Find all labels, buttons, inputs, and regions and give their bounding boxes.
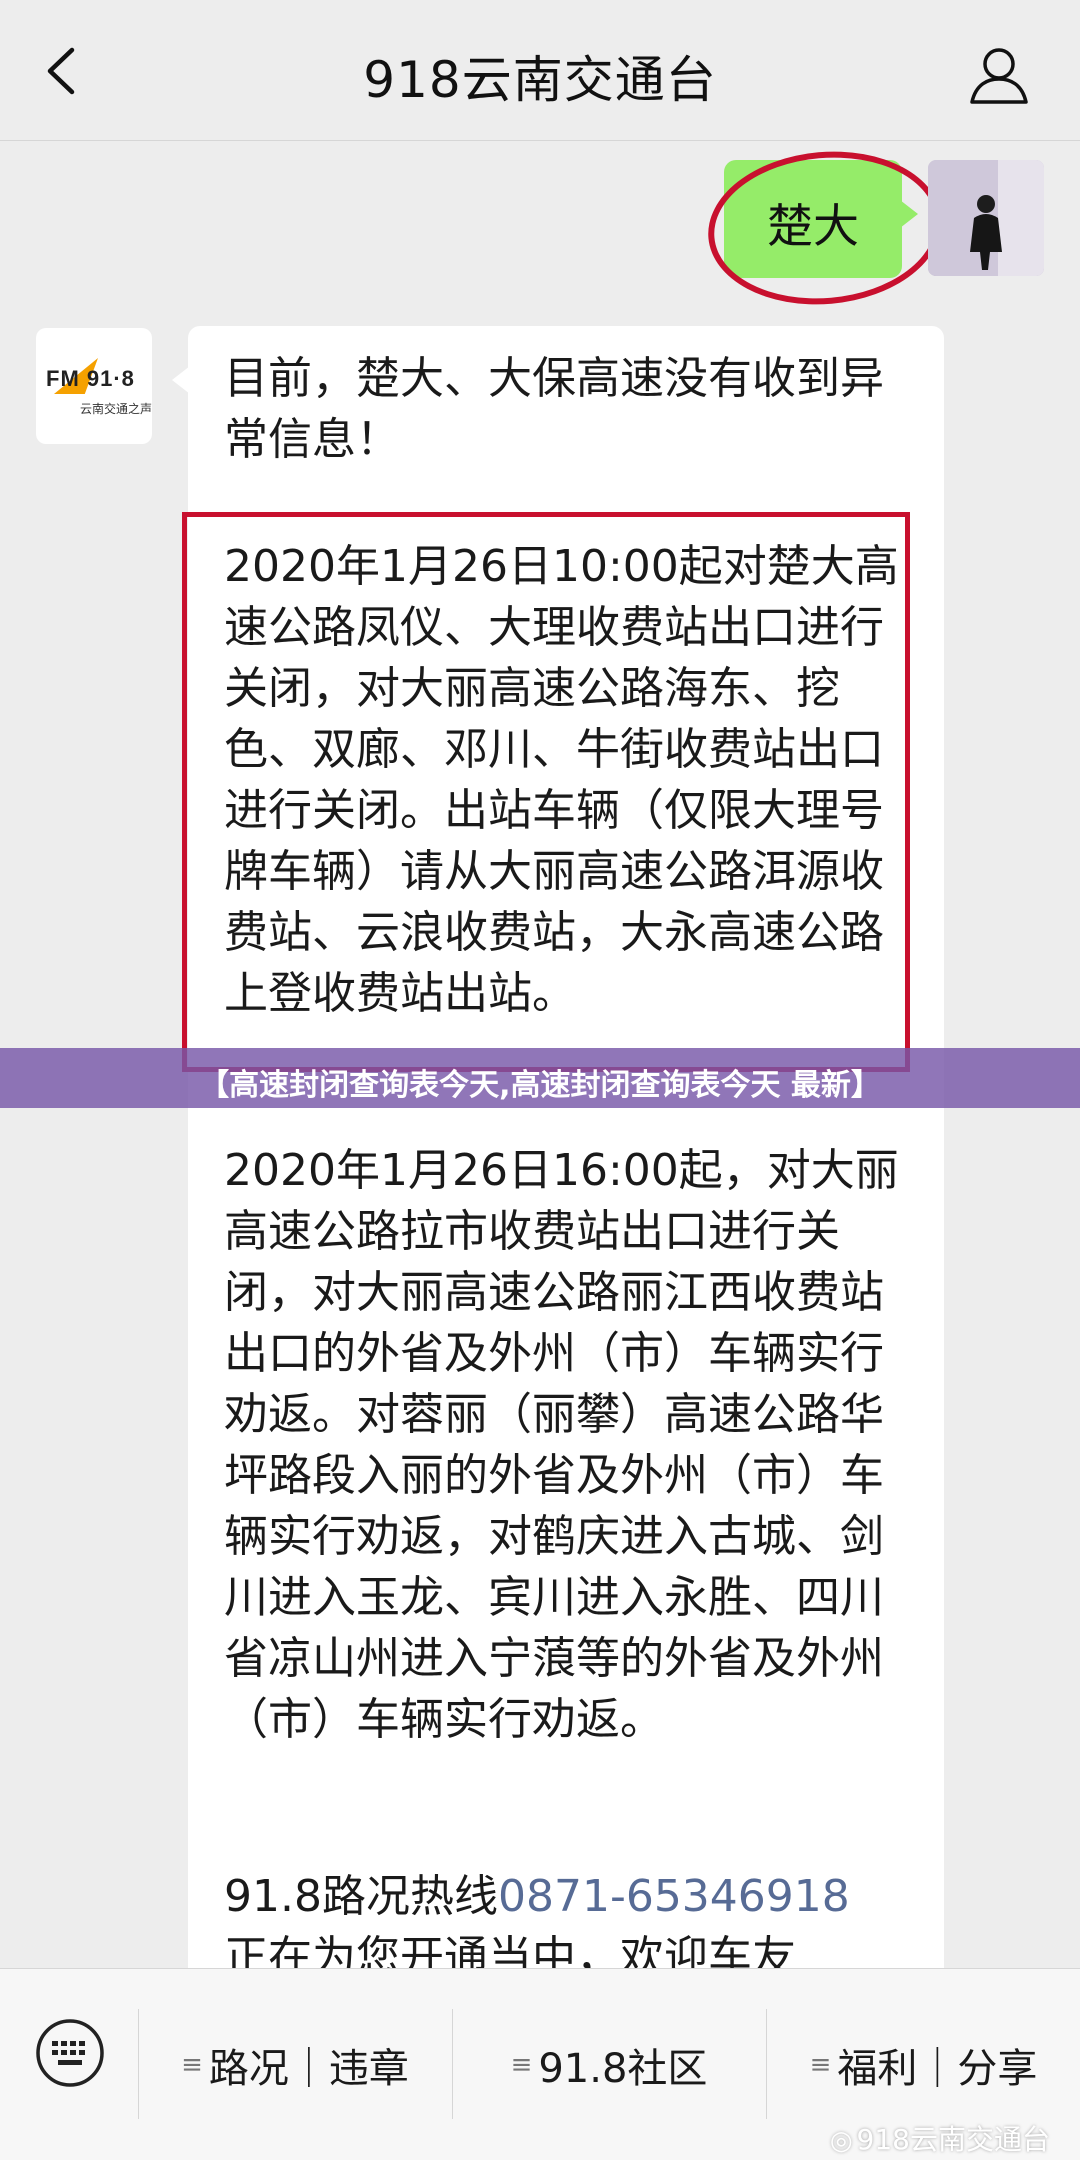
menu-list-icon: ≡ <box>181 2049 203 2080</box>
top-bar: 918云南交通台 <box>0 0 1080 141</box>
menu-label: 福利｜分享 <box>837 2045 1038 2092</box>
chat-title: 918云南交通台 <box>363 51 717 109</box>
menu-label: 91.8社区 <box>538 2045 708 2092</box>
user-avatar[interactable] <box>928 160 1044 276</box>
radio-logo-subtitle: 云南交通之声 <box>80 402 153 416</box>
closure-notice-2: 2020年1月26日16:00起，对大丽高速公路拉市收费站出口进行关闭，对大丽高… <box>224 1145 899 1745</box>
article-title-banner: 【高速封闭查询表今天,高速封闭查询表今天 最新】 <box>0 1048 1080 1108</box>
hotline-label: 91.8路况热线 <box>224 1871 498 1922</box>
menu-traffic-violations[interactable]: ≡ 路况｜违章 <box>139 1969 451 2160</box>
keyboard-icon[interactable] <box>34 2017 106 2089</box>
menu-community[interactable]: ≡ 91.8社区 <box>453 1969 765 2160</box>
profile-icon[interactable] <box>968 44 1030 106</box>
wechat-icon: ◎ <box>829 2126 853 2156</box>
watermark: ◎ 918云南交通台 <box>830 2118 1050 2158</box>
hotline-phone-link[interactable]: 0871-65346918 <box>498 1871 850 1922</box>
closure-notice-1: 2020年1月26日10:00起对楚大高速公路凤仪、大理收费站出口进行关闭，对大… <box>224 541 899 1019</box>
article-title-text: 【高速封闭查询表今天,高速封闭查询表今天 最新】 <box>199 1068 881 1103</box>
menu-list-icon: ≡ <box>510 2049 533 2080</box>
official-account-avatar[interactable]: FM 91·8 云南交通之声 <box>36 328 152 444</box>
menu-list-icon: ≡ <box>809 2049 832 2080</box>
radio-logo-icon: FM 91·8 <box>46 366 135 391</box>
watermark-text: 918云南交通台 <box>856 2123 1050 2156</box>
message-intro: 目前，楚大、大保高速没有收到异常信息！ <box>224 353 884 465</box>
menu-label: 路况｜违章 <box>208 2045 409 2092</box>
received-message-bubble[interactable]: 目前，楚大、大保高速没有收到异常信息！ 2020年1月26日10:00起对楚大高… <box>172 326 944 1986</box>
hotline-line: 91.8路况热线0871-65346918 <box>224 1866 924 1927</box>
user-avatar-photo <box>928 160 1044 276</box>
